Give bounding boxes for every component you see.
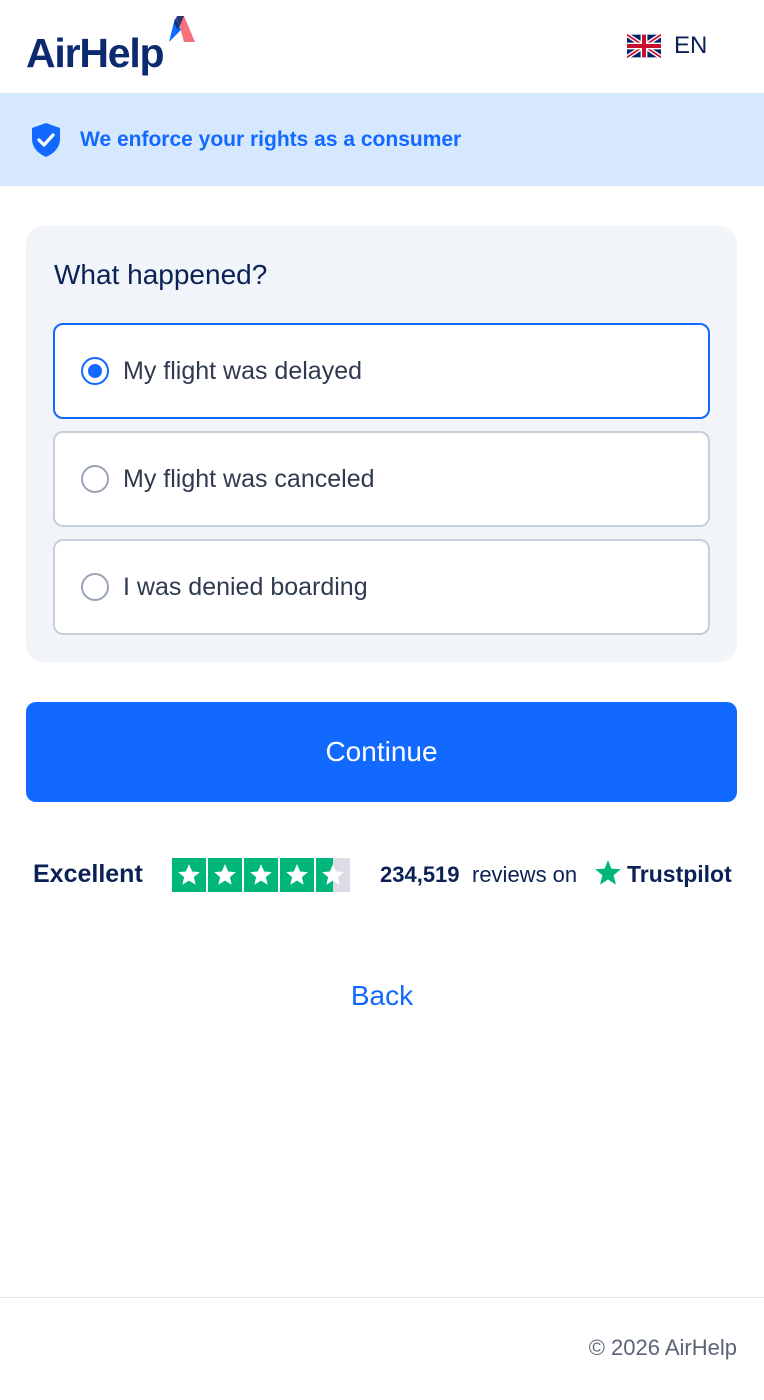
option-label: I was denied boarding: [123, 572, 368, 601]
radio-button[interactable]: [81, 465, 109, 493]
option-label: My flight was canceled: [123, 464, 375, 493]
radio-button[interactable]: [81, 573, 109, 601]
continue-button[interactable]: Continue: [26, 702, 737, 802]
header: AirHelp EN: [0, 0, 764, 93]
option-flight-canceled[interactable]: My flight was canceled: [53, 431, 710, 527]
uk-flag-icon: [627, 34, 661, 58]
banner-text: We enforce your rights as a consumer: [80, 127, 462, 151]
what-happened-card: What happened? My flight was delayed My …: [26, 226, 737, 662]
trustpilot-widget[interactable]: Excellent 234,519 reviews on Trustpilot: [33, 857, 733, 895]
star-icon: [208, 858, 242, 892]
footer-divider: [0, 1297, 764, 1298]
option-label: My flight was delayed: [123, 356, 363, 385]
star-icon: [244, 858, 278, 892]
logo-mark-icon: [169, 16, 195, 42]
language-code: EN: [674, 32, 708, 59]
language-selector[interactable]: EN: [627, 30, 707, 62]
shield-check-icon: [32, 122, 60, 157]
card-title: What happened?: [54, 259, 268, 290]
trustpilot-brand: Trustpilot: [627, 861, 732, 887]
reviews-on-text: reviews on: [472, 862, 578, 887]
consumer-rights-banner: We enforce your rights as a consumer: [0, 93, 764, 186]
rating-label: Excellent: [33, 860, 143, 888]
radio-button[interactable]: [81, 357, 109, 385]
star-icon: [172, 858, 206, 892]
half-star-icon: [316, 858, 350, 892]
option-flight-delayed[interactable]: My flight was delayed: [53, 323, 710, 419]
option-denied-boarding[interactable]: I was denied boarding: [53, 539, 710, 635]
star-icon: [280, 858, 314, 892]
review-count: 234,519: [380, 862, 460, 887]
back-link[interactable]: Back: [0, 980, 764, 1012]
logo-text: AirHelp: [26, 30, 165, 76]
star-rating: [172, 858, 350, 892]
copyright-text: © 2026 AirHelp: [588, 1335, 737, 1360]
trustpilot-star-icon: [595, 860, 621, 885]
